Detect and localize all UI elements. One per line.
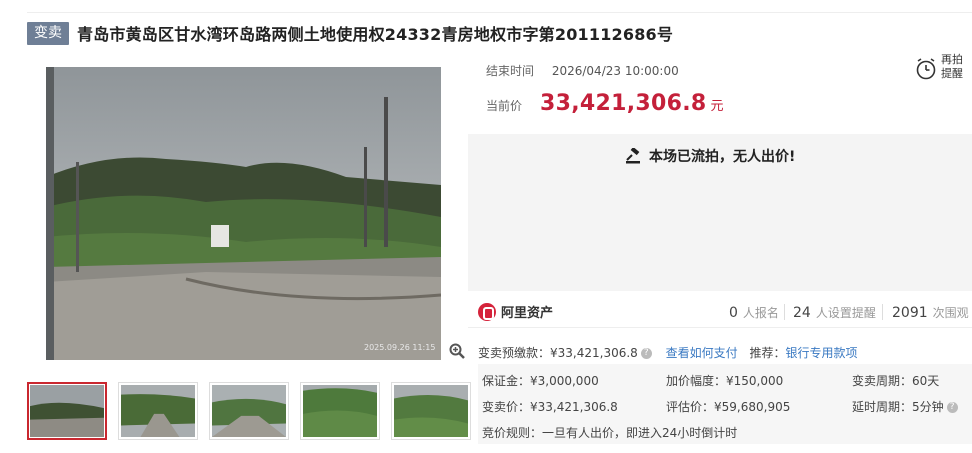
main-photo[interactable]: 2025.09.26 11:15 (46, 67, 441, 360)
thumbnail-5[interactable] (391, 382, 471, 440)
thumbnail-3[interactable] (209, 382, 289, 440)
sale-type-tag: 变卖 (27, 21, 69, 45)
status-box: 本场已流拍，无人出价! (468, 134, 972, 291)
price-label: 当前价 (486, 99, 523, 113)
prepay-row: 变卖预缴款：¥33,421,306.8? 查看如何支付 推荐：银行专用款项 (478, 344, 858, 361)
end-time-row: 结束时间 2026/04/23 10:00:00 (486, 62, 679, 79)
thumbnail-strip (27, 382, 482, 440)
end-time-value: 2026/04/23 10:00:00 (551, 64, 679, 78)
thumbnail-4[interactable] (300, 382, 380, 440)
sale-price: 变卖价：¥33,421,306.8 (482, 400, 618, 414)
page-title: 青岛市黄岛区甘水湾环岛路两侧土地使用权24332青房地权市字第201112686… (77, 25, 674, 44)
signup-count: 0 (729, 305, 738, 321)
view-label: 次围观 (932, 306, 969, 320)
reminder-label: 人设置提醒 (815, 306, 876, 320)
appraisal-price: 评估价：¥59,680,905 (666, 400, 791, 414)
view-stat: 2091 次围观 (892, 304, 969, 321)
price-unit: 元 (710, 99, 724, 114)
photo-timestamp: 2025.09.26 11:15 (364, 343, 435, 352)
alarm-clock-icon (916, 58, 936, 80)
remind-line-2: 提醒 (941, 67, 963, 80)
help-icon[interactable]: ? (946, 402, 958, 413)
stat-divider (784, 304, 785, 320)
how-to-pay-link[interactable]: 查看如何支付 (666, 346, 738, 360)
recommend-label: 推荐： (749, 346, 786, 360)
increment: 加价幅度：¥150,000 (666, 374, 784, 388)
price-row: 当前价 33,421,306.8 元 (486, 91, 723, 116)
delay-period: 延时周期：5分钟 (852, 400, 944, 414)
current-price: 33,421,306.8 (540, 91, 707, 116)
thumbnail-1[interactable] (27, 382, 107, 440)
status-text: 本场已流拍，无人出价! (649, 149, 796, 165)
deposit: 保证金：¥3,000,000 (482, 374, 599, 388)
stats-bar: 阿里资产 0 人报名 24 人设置提醒 2091 次围观 (468, 295, 972, 328)
top-divider (27, 12, 972, 13)
prepay-amount: 变卖预缴款：¥33,421,306.8 (478, 346, 638, 360)
signup-label: 人报名 (742, 306, 779, 320)
ali-assets-logo: 阿里资产 (478, 302, 553, 321)
bank-account-link[interactable]: 银行专用款项 (785, 346, 857, 360)
bid-rule: 竞价规则：一旦有人出价，即进入24小时倒计时 (482, 426, 738, 440)
remind-line-1: 再拍 (941, 53, 963, 66)
stat-divider (882, 304, 883, 320)
end-time-label: 结束时间 (486, 64, 535, 78)
signup-stat: 0 人报名 (729, 304, 779, 321)
title-row: 变卖 青岛市黄岛区甘水湾环岛路两侧土地使用权24332青房地权市字第201112… (27, 20, 673, 46)
zoom-icon[interactable] (449, 343, 465, 359)
land-photo-image: 2025.09.26 11:15 (46, 67, 441, 360)
help-icon[interactable]: ? (640, 348, 652, 359)
thumbnail-2[interactable] (118, 382, 198, 440)
view-count: 2091 (892, 305, 928, 321)
detail-grid: 保证金：¥3,000,000 加价幅度：¥150,000 变卖周期：60天 变卖… (478, 364, 972, 444)
gavel-icon (626, 148, 640, 164)
brand-name: 阿里资产 (501, 306, 554, 321)
reminder-count: 24 (793, 305, 811, 321)
sale-period: 变卖周期：60天 (852, 374, 940, 388)
rebid-reminder-button[interactable]: 再拍 提醒 (915, 53, 971, 83)
reminder-stat: 24 人设置提醒 (793, 304, 876, 321)
ali-logo-icon (478, 302, 496, 321)
